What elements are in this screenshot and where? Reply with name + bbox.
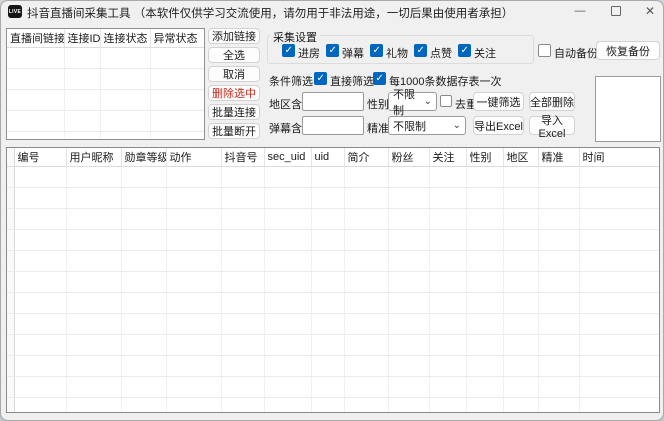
checkbox-like[interactable] [414, 44, 427, 57]
select-all-button[interactable]: 全选 [208, 47, 260, 63]
preview-picture-box [595, 76, 661, 142]
danmu-contains-label: 弹幕含 [269, 120, 302, 136]
table-row [7, 132, 205, 141]
delete-selected-button[interactable]: 删除选中 [208, 85, 260, 101]
table-row [7, 230, 660, 251]
checkbox-direct-filter[interactable] [314, 72, 327, 85]
one-key-filter-button[interactable]: 一键筛选 [473, 92, 524, 111]
checkbox-danmu-label: 弹幕 [342, 45, 364, 61]
close-icon: ✕ [645, 4, 655, 18]
column-header-number[interactable]: 编号 [14, 148, 66, 167]
column-header-action[interactable]: 动作 [166, 148, 221, 167]
column-header-connect-status[interactable]: 连接状态 [100, 29, 150, 48]
precise-select[interactable]: 不限制 ⌄ [388, 116, 466, 135]
checkbox-direct-filter-label: 直接筛选 [330, 73, 374, 89]
chevron-down-icon: ⌄ [424, 99, 432, 105]
table-row [7, 90, 205, 111]
minimize-button[interactable]: — [565, 1, 595, 21]
close-button[interactable]: ✕ [635, 1, 664, 21]
table-row [7, 272, 660, 293]
region-input[interactable] [302, 92, 364, 111]
checkbox-batch-save[interactable] [373, 72, 386, 85]
column-header-error-status[interactable]: 异常状态 [150, 29, 205, 48]
restore-backup-button[interactable]: 恢复备份 [596, 41, 660, 60]
column-header-medal-level[interactable]: 勋章等级 [121, 148, 166, 167]
gender-select-value: 不限制 [393, 86, 420, 118]
maximize-button[interactable] [601, 1, 631, 21]
column-header-douyin-id[interactable]: 抖音号 [221, 148, 264, 167]
table-row [7, 314, 660, 335]
table-row [7, 111, 205, 132]
minimize-icon: — [575, 5, 586, 17]
checkbox-follow[interactable] [458, 44, 471, 57]
column-header-room-link[interactable]: 直播间链接 [7, 29, 64, 48]
checkbox-enter-room[interactable] [282, 44, 295, 57]
column-header-sec-uid[interactable]: sec_uid [264, 148, 311, 167]
table-row [7, 356, 660, 377]
table-row [7, 209, 660, 230]
column-header-following[interactable]: 关注 [429, 148, 466, 167]
table-row [7, 251, 660, 272]
column-header-connect-id[interactable]: 连接ID [64, 29, 100, 48]
column-header-region[interactable]: 地区 [503, 148, 538, 167]
batch-disconnect-button[interactable]: 批量断开 [208, 123, 260, 139]
delete-all-button[interactable]: 全部删除 [529, 92, 575, 111]
add-link-button[interactable]: 添加链接 [208, 28, 260, 44]
table-row [7, 293, 660, 314]
danmu-input[interactable] [302, 116, 364, 135]
data-table: 编号 用户昵称 勋章等级 动作 抖音号 sec_uid uid 简介 粉丝 关注… [6, 147, 660, 413]
export-excel-button[interactable]: 导出Excel [473, 116, 524, 135]
checkbox-auto-backup-label: 自动备份 [554, 45, 598, 61]
window-title: 抖音直播间采集工具 （本软件仅供学习交流使用，请勿用于非法用途，一切后果由使用者… [27, 5, 513, 21]
checkbox-like-label: 点赞 [430, 45, 452, 61]
batch-connect-button[interactable]: 批量连接 [208, 104, 260, 120]
table-row [7, 188, 660, 209]
region-label: 地区含 [269, 96, 302, 112]
column-header-bio[interactable]: 简介 [344, 148, 388, 167]
cancel-button[interactable]: 取消 [208, 66, 260, 82]
checkbox-dedup[interactable] [440, 95, 452, 107]
table-row [7, 167, 660, 188]
row-header-corner [7, 148, 14, 167]
table-row [7, 398, 660, 414]
checkbox-gift-label: 礼物 [386, 45, 408, 61]
chevron-down-icon: ⌄ [453, 123, 461, 129]
app-window: LIVE 抖音直播间采集工具 （本软件仅供学习交流使用，请勿用于非法用途，一切后… [0, 0, 664, 421]
checkbox-auto-backup[interactable] [538, 44, 551, 57]
column-header-nickname[interactable]: 用户昵称 [66, 148, 121, 167]
maximize-icon [611, 6, 621, 16]
column-header-fans[interactable]: 粉丝 [388, 148, 429, 167]
checkbox-follow-label: 关注 [474, 45, 496, 61]
gender-label: 性别 [367, 96, 389, 112]
checkbox-enter-room-label: 进房 [298, 45, 320, 61]
column-header-time[interactable]: 时间 [579, 148, 660, 167]
checkbox-danmu[interactable] [326, 44, 339, 57]
table-row [7, 377, 660, 398]
checkbox-gift[interactable] [370, 44, 383, 57]
table-row [7, 335, 660, 356]
filter-section-label: 条件筛选 [269, 73, 313, 89]
connection-table: 直播间链接 连接ID 连接状态 异常状态 [6, 28, 205, 140]
title-bar[interactable]: LIVE 抖音直播间采集工具 （本软件仅供学习交流使用，请勿用于非法用途，一切后… [1, 1, 663, 21]
gender-select[interactable]: 不限制 ⌄ [388, 92, 437, 111]
column-header-uid[interactable]: uid [311, 148, 344, 167]
precise-label: 精准 [367, 120, 389, 136]
connection-table-header-row: 直播间链接 连接ID 连接状态 异常状态 [7, 29, 205, 48]
live-app-icon: LIVE [8, 5, 22, 18]
column-header-precise[interactable]: 精准 [538, 148, 579, 167]
import-excel-button[interactable]: 导入Excel [529, 116, 575, 135]
precise-select-value: 不限制 [393, 118, 426, 134]
column-header-gender[interactable]: 性别 [466, 148, 503, 167]
table-row [7, 69, 205, 90]
data-table-header-row: 编号 用户昵称 勋章等级 动作 抖音号 sec_uid uid 简介 粉丝 关注… [7, 148, 660, 167]
table-row [7, 48, 205, 69]
collect-settings-label: 采集设置 [270, 29, 320, 45]
